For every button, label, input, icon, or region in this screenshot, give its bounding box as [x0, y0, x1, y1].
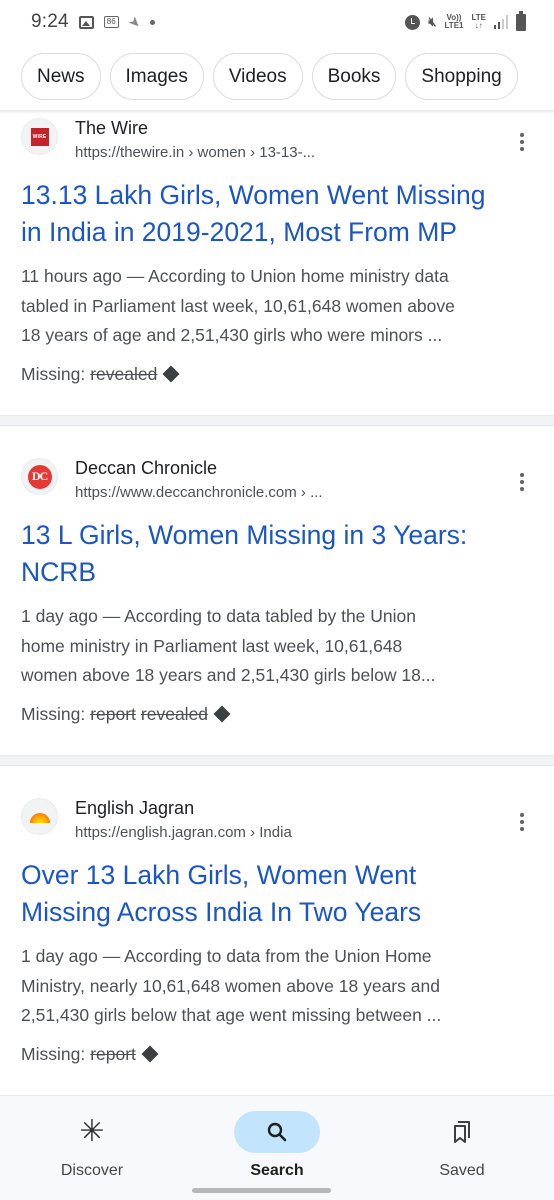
nav-discover[interactable]: ✳︎ Discover — [0, 1096, 184, 1186]
missing-label: Missing: — [21, 1043, 86, 1064]
status-time: 9:24 — [31, 11, 69, 32]
nav-label: Discover — [60, 1162, 124, 1179]
missing-terms: Missing: report — [0, 1044, 554, 1065]
result-snippet: 1 day ago — According to data from the U… — [0, 942, 554, 1031]
missing-terms: Missing: revealed — [0, 364, 554, 385]
wire-logo: WIRE — [30, 127, 49, 146]
chip-shopping[interactable]: Shopping — [405, 53, 518, 100]
snippet-line: 1 day ago — According to data tabled by … — [21, 606, 416, 626]
snippet-line: 2,51,430 girls below that age went missi… — [21, 1005, 442, 1025]
nav-label: Saved — [439, 1162, 485, 1179]
more-options-icon[interactable] — [512, 130, 532, 154]
chip-news[interactable]: News — [21, 53, 101, 100]
bookmarks-icon — [454, 1121, 470, 1143]
missing-label: Missing: — [21, 363, 86, 384]
missing-term: revealed — [90, 363, 158, 384]
header-shadow — [0, 110, 554, 114]
chip-books[interactable]: Books — [311, 53, 397, 100]
title-line: NCRB — [21, 557, 97, 587]
deccan-chronicle-favicon-icon: DC — [21, 458, 58, 495]
nav-label: Search — [250, 1162, 304, 1179]
result-source[interactable]: English Jagran https://english.jagran.co… — [0, 798, 554, 850]
result-source[interactable]: WIRE The Wire https://thewire.in › women… — [0, 118, 554, 170]
home-indicator[interactable] — [192, 1188, 331, 1193]
wire-favicon-icon: WIRE — [21, 118, 58, 155]
chip-videos[interactable]: Videos — [212, 53, 303, 100]
title-line: Over 13 Lakh Girls, Women Went — [21, 860, 417, 890]
source-url: https://www.deccanchronicle.com › ... — [75, 484, 323, 501]
nav-icon-container — [419, 1111, 505, 1153]
source-name: English Jagran — [75, 798, 195, 818]
deccan-chronicle-logo: DC — [27, 464, 52, 489]
vibrate-mute-icon: 🔇︎ — [428, 14, 437, 29]
status-bar: 9:24 86 ➤ 🔇︎ Vo)) LTE1 LTE ↓↑ — [0, 0, 554, 44]
title-line: 13.13 Lakh Girls, Women Went Missing — [21, 180, 486, 210]
source-url: https://english.jagran.com › India — [75, 824, 292, 841]
search-result: WIRE The Wire https://thewire.in › women… — [0, 118, 554, 385]
source-name: Deccan Chronicle — [75, 458, 218, 478]
snippet-line: 11 hours ago — According to Union home m… — [21, 266, 449, 286]
search-icon — [267, 1122, 287, 1142]
snippet-line: 1 day ago — According to data from the U… — [21, 946, 432, 966]
gallery-icon — [78, 15, 94, 29]
source-url: https://thewire.in › women › 13-13-... — [75, 144, 316, 161]
volte-bottom: LTE1 — [444, 21, 464, 30]
nav-search[interactable]: Search — [185, 1096, 369, 1186]
asterisk-icon: ✳︎ — [79, 1115, 105, 1148]
missing-term: report — [90, 1043, 136, 1064]
title-line: 13 L Girls, Women Missing in 3 Years: — [21, 520, 468, 550]
jagran-logo — [29, 813, 50, 823]
title-line: in India in 2019-2021, Most From MP — [21, 217, 457, 247]
volte-icon: Vo)) LTE1 — [445, 14, 464, 30]
result-title-link[interactable]: 13.13 Lakh Girls, Women Went Missing in … — [0, 177, 554, 251]
lte-icon: LTE ↓↑ — [471, 14, 486, 30]
snippet-line: Ministry, nearly 10,61,648 women above 1… — [21, 975, 440, 996]
source-name: The Wire — [75, 118, 149, 138]
nav-icon-container — [234, 1111, 320, 1153]
snippet-line: 18 years of age and 2,51,430 girls who w… — [21, 325, 443, 345]
result-source[interactable]: DC Deccan Chronicle https://www.deccanch… — [0, 458, 554, 510]
missing-term: report — [90, 703, 136, 724]
badge-icon: 86 — [103, 16, 119, 28]
lte-arrows: ↓↑ — [474, 21, 483, 30]
snippet-line: women above 18 years and 2,51,430 girls … — [21, 665, 436, 685]
rocket-icon: ➤ — [125, 11, 145, 32]
nav-saved[interactable]: Saved — [370, 1096, 554, 1186]
result-snippet: 1 day ago — According to data tabled by … — [0, 602, 554, 691]
missing-terms: Missing: report revealed — [0, 704, 554, 725]
nav-icon-container: ✳︎ — [49, 1111, 135, 1153]
alarm-icon — [405, 14, 421, 30]
missing-label: Missing: — [21, 703, 86, 724]
diamond-icon — [213, 705, 231, 723]
status-right: 🔇︎ Vo)) LTE1 LTE ↓↑ — [405, 10, 526, 31]
diamond-icon — [162, 365, 180, 383]
more-options-icon[interactable] — [512, 810, 532, 834]
chip-images[interactable]: Images — [109, 53, 204, 100]
result-separator — [0, 415, 554, 426]
battery-icon — [516, 10, 526, 31]
result-snippet: 11 hours ago — According to Union home m… — [0, 262, 554, 351]
missing-term: revealed — [140, 703, 209, 724]
snippet-line: tabled in Parliament last week, 10,61,64… — [21, 295, 455, 316]
more-options-icon[interactable] — [512, 470, 532, 494]
snippet-line: home ministry in Parliament last week, 1… — [21, 635, 403, 656]
filter-chips: News Images Videos Books Shopping — [21, 53, 518, 100]
dot-icon — [150, 19, 156, 25]
search-result: English Jagran https://english.jagran.co… — [0, 798, 554, 1065]
diamond-icon — [141, 1045, 159, 1063]
jagran-favicon-icon — [21, 798, 58, 835]
status-left: 9:24 86 ➤ — [31, 11, 156, 33]
signal-icon — [494, 15, 508, 29]
title-line: Missing Across India In Two Years — [21, 897, 422, 927]
result-separator — [0, 755, 554, 766]
bottom-navigation: ✳︎ Discover Search Saved — [0, 1095, 554, 1200]
result-title-link[interactable]: Over 13 Lakh Girls, Women Went Missing A… — [0, 857, 554, 931]
search-result: DC Deccan Chronicle https://www.deccanch… — [0, 458, 554, 725]
result-title-link[interactable]: 13 L Girls, Women Missing in 3 Years: NC… — [0, 517, 554, 591]
